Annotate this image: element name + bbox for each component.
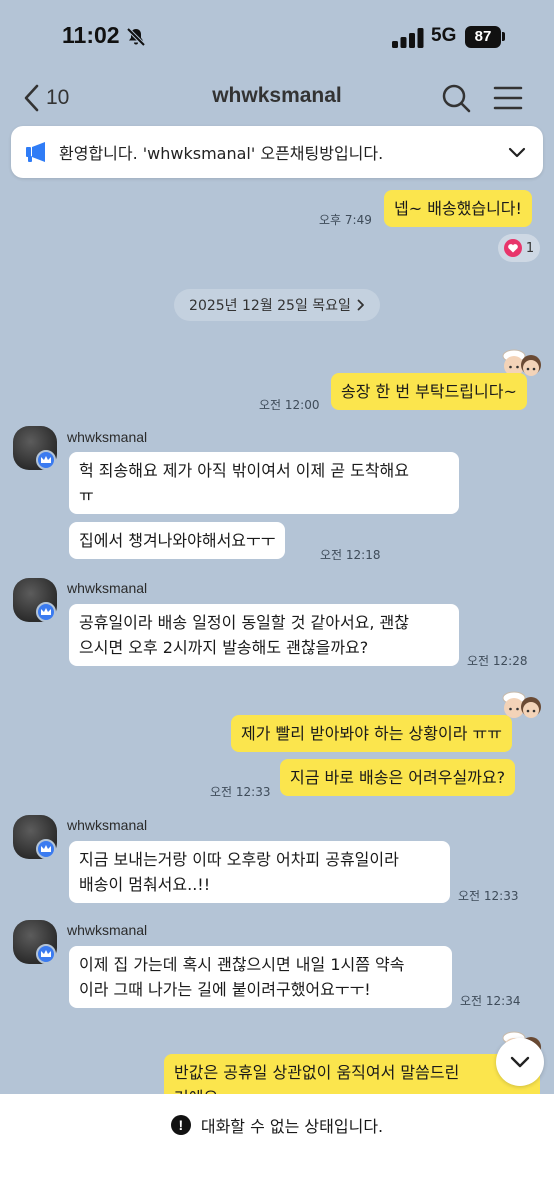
notice-text: 환영합니다. 'whwksmanal' 오픈채팅방입니다. bbox=[59, 144, 384, 163]
chat-disabled-text: 대화할 수 없는 상태입니다. bbox=[200, 1117, 384, 1136]
network-type: 5G bbox=[431, 25, 457, 46]
date-divider-text: 2025년 12월 25일 목요일 bbox=[189, 298, 351, 314]
crown-badge-icon bbox=[36, 944, 56, 964]
message-line: 헉 죄송해요 제가 아직 밖이여서 이제 곧 도착해요 bbox=[79, 461, 410, 480]
other-message-bubble[interactable]: 집에서 챙겨나와야해서요ㅜㅜ bbox=[69, 522, 286, 559]
chevron-down-icon bbox=[510, 1056, 530, 1068]
message-line: 으시면 오후 2시까지 발송해도 괜찮을까요? bbox=[79, 638, 369, 657]
crown-badge-icon bbox=[36, 450, 56, 470]
other-message-bubble[interactable]: 공휴일이라 배송 일정이 동일할 것 같아서요, 괜찮 으시면 오후 2시까지 … bbox=[69, 604, 459, 666]
date-divider[interactable]: 2025년 12월 25일 목요일 bbox=[174, 289, 380, 321]
other-message-bubble[interactable]: 지금 보내는거랑 이따 오후랑 어차피 공휴일이라 배송이 멈춰서요..!! bbox=[69, 841, 450, 903]
message-line: 지금 보내는거랑 이따 오후랑 어차피 공휴일이라 bbox=[79, 850, 399, 869]
message-line: 배송이 멈춰서요..!! bbox=[79, 875, 211, 894]
chevron-right-icon bbox=[357, 299, 364, 311]
message-line: ㅠ bbox=[79, 486, 94, 505]
megaphone-icon bbox=[26, 142, 45, 162]
sender-name: whwksmanal bbox=[67, 580, 148, 596]
status-time: 11:02 bbox=[62, 22, 120, 48]
message-line: 이라 그때 나가는 길에 붙이려구했어요ㅜㅜ! bbox=[79, 980, 371, 999]
search-icon[interactable] bbox=[441, 82, 471, 114]
battery-cap bbox=[502, 32, 505, 41]
scroll-to-bottom-button[interactable] bbox=[496, 1038, 544, 1086]
message-time: 오후 7:49 bbox=[319, 213, 372, 227]
notice-banner[interactable]: 환영합니다. 'whwksmanal' 오픈채팅방입니다. bbox=[11, 126, 543, 178]
crown-badge-icon bbox=[36, 839, 56, 859]
other-message-bubble[interactable]: 이제 집 가는데 혹시 괜찮으시면 내일 1시쯤 약속 이라 그때 나가는 길에… bbox=[69, 946, 452, 1008]
crown-badge-icon bbox=[36, 602, 56, 622]
bell-muted-icon bbox=[126, 27, 146, 47]
battery-icon: 87 bbox=[465, 26, 501, 48]
chevron-down-icon[interactable] bbox=[507, 142, 527, 162]
menu-icon[interactable] bbox=[493, 84, 523, 112]
bottom-bar bbox=[0, 1094, 554, 1200]
sender-name: whwksmanal bbox=[67, 817, 148, 833]
message-time: 오전 12:34 bbox=[460, 994, 521, 1008]
other-message-bubble[interactable]: 헉 죄송해요 제가 아직 밖이여서 이제 곧 도착해요 ㅠ bbox=[69, 452, 459, 514]
heart-icon bbox=[503, 239, 522, 257]
my-message-bubble[interactable]: 송장 한 번 부탁드립니다~ bbox=[331, 373, 527, 410]
chat-disabled-notice: ! 대화할 수 없는 상태입니다. bbox=[0, 1113, 554, 1137]
sender-name: whwksmanal bbox=[67, 429, 148, 445]
message-time: 오전 12:28 bbox=[467, 654, 528, 668]
sender-name: whwksmanal bbox=[67, 922, 148, 938]
message-line: 공휴일이라 배송 일정이 동일할 것 같아서요, 괜찮 bbox=[79, 613, 410, 632]
message-time: 오전 12:18 bbox=[320, 548, 381, 562]
message-time: 오전 12:00 bbox=[259, 398, 320, 412]
message-line: 반값은 공휴일 상관없이 움직여서 말씀드린 bbox=[174, 1063, 460, 1082]
message-time: 오전 12:33 bbox=[458, 889, 519, 903]
my-message-bubble[interactable]: 넵~ 배송했습니다! bbox=[384, 190, 532, 227]
signal-icon bbox=[392, 28, 424, 48]
alert-icon: ! bbox=[170, 1115, 191, 1135]
reaction-count: 1 bbox=[525, 240, 535, 256]
my-message-bubble[interactable]: 제가 빨리 받아봐야 하는 상황이라 ㅠㅠ bbox=[231, 715, 512, 752]
message-time: 오전 12:33 bbox=[210, 785, 271, 799]
my-message-bubble[interactable]: 지금 바로 배송은 어려우실까요? bbox=[280, 759, 516, 796]
message-line: 이제 집 가는데 혹시 괜찮으시면 내일 1시쯤 약속 bbox=[79, 955, 405, 974]
reaction-badge[interactable]: 1 bbox=[498, 234, 540, 262]
